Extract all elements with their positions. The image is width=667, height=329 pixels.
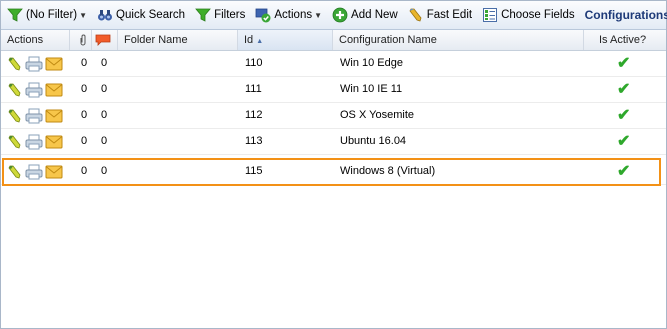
funnel-icon bbox=[7, 7, 23, 23]
binoculars-icon bbox=[97, 7, 113, 23]
column-header-configuration-name[interactable]: Configuration Name bbox=[333, 30, 584, 50]
edit-pencil-icon[interactable] bbox=[7, 82, 23, 98]
row-id: 111 bbox=[245, 83, 262, 95]
sort-ascending-icon: ▲ bbox=[256, 38, 264, 45]
comment-count: 0 bbox=[101, 109, 108, 121]
page-title: Configurations bbox=[584, 8, 667, 22]
fast-edit-label: Fast Edit bbox=[426, 9, 473, 21]
email-icon[interactable] bbox=[45, 109, 63, 123]
actions-label: Actions bbox=[274, 9, 313, 21]
quick-search-button[interactable]: Quick Search bbox=[94, 4, 188, 26]
is-active-check-icon: ✔ bbox=[617, 55, 631, 72]
column-header-comments[interactable] bbox=[92, 30, 118, 50]
configuration-name[interactable]: Win 10 Edge bbox=[340, 51, 403, 76]
printer-icon[interactable] bbox=[25, 164, 43, 180]
attachment-count: 0 bbox=[81, 57, 88, 69]
row-id: 115 bbox=[245, 165, 263, 177]
printer-icon[interactable] bbox=[25, 56, 43, 72]
email-icon[interactable] bbox=[45, 83, 63, 97]
column-header-folder-name[interactable]: Folder Name bbox=[118, 30, 238, 50]
column-header-id[interactable]: Id ▲ bbox=[238, 30, 333, 50]
actions-icon bbox=[255, 7, 271, 23]
is-active-check-icon: ✔ bbox=[617, 81, 631, 98]
comment-count: 0 bbox=[101, 135, 108, 147]
column-header-label: Configuration Name bbox=[339, 34, 437, 46]
grid-header: Actions Folder Name Id ▲ Configuration Na… bbox=[1, 30, 666, 51]
row-actions bbox=[7, 163, 63, 181]
is-active-check-icon: ✔ bbox=[617, 133, 631, 150]
table-row[interactable]: 0 0 112 OS X Yosemite ✔ bbox=[1, 103, 666, 129]
configurations-grid: (No Filter) ▼ Quick Search Filters Actio… bbox=[0, 0, 667, 329]
row-actions bbox=[7, 81, 63, 99]
row-actions bbox=[7, 133, 63, 151]
table-row[interactable]: 0 0 115 Windows 8 (Virtual) ✔ bbox=[1, 159, 666, 185]
email-icon[interactable] bbox=[45, 135, 63, 149]
attachment-count: 0 bbox=[81, 135, 88, 147]
attachment-count: 0 bbox=[81, 165, 88, 177]
configuration-name[interactable]: Windows 8 (Virtual) bbox=[340, 159, 435, 184]
row-actions bbox=[7, 55, 63, 73]
paperclip-icon bbox=[79, 34, 87, 46]
column-header-label: Id bbox=[244, 34, 254, 46]
comment-icon bbox=[95, 34, 111, 46]
edit-pencil-icon[interactable] bbox=[7, 134, 23, 150]
pencil-icon bbox=[408, 7, 424, 23]
chevron-down-icon: ▼ bbox=[79, 10, 88, 20]
table-row[interactable]: 0 0 110 Win 10 Edge ✔ bbox=[1, 51, 666, 77]
column-header-is-active[interactable]: Is Active? bbox=[584, 30, 666, 50]
edit-pencil-icon[interactable] bbox=[7, 56, 23, 72]
column-header-label: Is Active? bbox=[599, 34, 647, 46]
chevron-down-icon: ▼ bbox=[314, 10, 323, 20]
row-id: 110 bbox=[245, 57, 263, 69]
comment-count: 0 bbox=[101, 165, 108, 177]
attachment-count: 0 bbox=[81, 83, 88, 95]
toolbar: (No Filter) ▼ Quick Search Filters Actio… bbox=[1, 1, 667, 30]
comment-count: 0 bbox=[101, 83, 108, 95]
configuration-name[interactable]: OS X Yosemite bbox=[340, 103, 414, 128]
table-row[interactable]: 0 0 113 Ubuntu 16.04 ✔ bbox=[1, 129, 666, 155]
edit-pencil-icon[interactable] bbox=[7, 108, 23, 124]
choose-fields-button[interactable]: Choose Fields bbox=[479, 4, 578, 26]
quick-search-label: Quick Search bbox=[116, 9, 186, 21]
add-new-button[interactable]: Add New bbox=[329, 4, 401, 26]
comment-count: 0 bbox=[101, 57, 108, 69]
add-new-label: Add New bbox=[351, 9, 398, 21]
printer-icon[interactable] bbox=[25, 134, 43, 150]
email-icon[interactable] bbox=[45, 57, 63, 71]
attachment-count: 0 bbox=[81, 109, 88, 121]
filter-dropdown[interactable]: (No Filter) ▼ bbox=[4, 4, 90, 26]
fast-edit-button[interactable]: Fast Edit bbox=[405, 4, 475, 26]
row-id: 113 bbox=[245, 135, 263, 147]
is-active-check-icon: ✔ bbox=[617, 163, 631, 180]
printer-icon[interactable] bbox=[25, 82, 43, 98]
table-row[interactable]: 0 0 111 Win 10 IE 11 ✔ bbox=[1, 77, 666, 103]
funnel-icon bbox=[195, 7, 211, 23]
plus-circle-icon bbox=[332, 7, 348, 23]
edit-pencil-icon[interactable] bbox=[7, 164, 23, 180]
choose-fields-label: Choose Fields bbox=[501, 9, 575, 21]
is-active-check-icon: ✔ bbox=[617, 107, 631, 124]
column-header-actions[interactable]: Actions bbox=[1, 30, 70, 50]
row-id: 112 bbox=[245, 109, 263, 121]
filter-label: (No Filter) bbox=[26, 9, 78, 21]
filters-button[interactable]: Filters bbox=[192, 4, 248, 26]
column-header-label: Folder Name bbox=[124, 34, 188, 46]
filters-label: Filters bbox=[214, 9, 246, 21]
email-icon[interactable] bbox=[45, 165, 63, 179]
actions-dropdown[interactable]: Actions ▼ bbox=[252, 4, 325, 26]
checklist-icon bbox=[482, 7, 498, 23]
row-actions bbox=[7, 107, 63, 125]
column-header-attachments[interactable] bbox=[70, 30, 92, 50]
configuration-name[interactable]: Ubuntu 16.04 bbox=[340, 129, 406, 154]
configuration-name[interactable]: Win 10 IE 11 bbox=[340, 77, 402, 102]
printer-icon[interactable] bbox=[25, 108, 43, 124]
column-header-label: Actions bbox=[7, 34, 44, 46]
